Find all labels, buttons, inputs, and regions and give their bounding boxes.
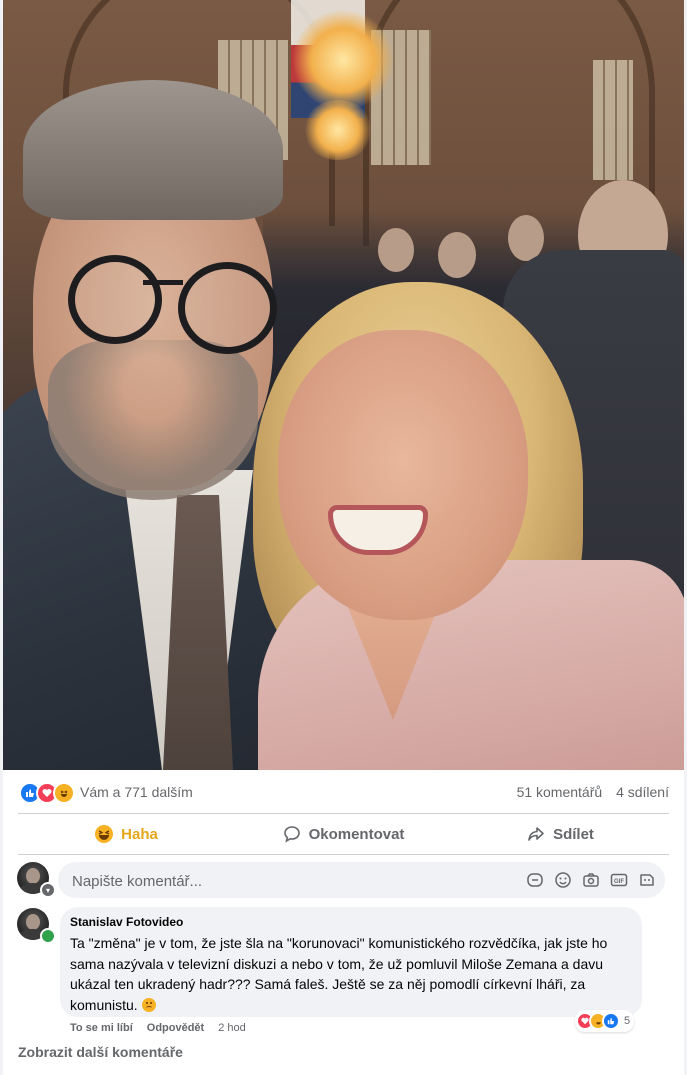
comment-button-label: Okomentovat	[308, 825, 405, 843]
comment-author[interactable]: Stanislav Fotovideo	[70, 915, 183, 929]
glasses-right-lens	[178, 262, 277, 354]
divider	[18, 854, 669, 855]
crowd-person	[438, 232, 476, 278]
post-actions: Haha Okomentovat Sdílet	[18, 814, 669, 854]
like-icon	[602, 1012, 620, 1030]
comment-reactions[interactable]: 5	[575, 1010, 635, 1032]
comment-icon	[283, 825, 301, 843]
post-photo[interactable]	[3, 0, 684, 770]
comment-composer: GIF	[58, 862, 665, 898]
haha-icon	[95, 825, 114, 843]
share-button[interactable]: Sdílet	[452, 814, 669, 854]
online-status-badge	[40, 928, 56, 944]
comment-reply-link[interactable]: Odpovědět	[147, 1022, 204, 1034]
woman-face	[278, 330, 528, 620]
comment-reaction-count: 5	[624, 1015, 631, 1027]
post-counts: 51 komentářů 4 sdílení	[507, 784, 669, 800]
glasses-left-lens	[68, 255, 162, 344]
sticker-icon[interactable]	[525, 870, 545, 890]
react-button-label: Haha	[121, 825, 158, 843]
reaction-icons[interactable]	[19, 782, 75, 804]
comment-input[interactable]	[70, 870, 514, 892]
chevron-down-icon[interactable]: ▾	[40, 882, 56, 898]
avatar-sticker-icon[interactable]	[637, 870, 657, 890]
crowd-person	[378, 228, 414, 272]
gif-icon[interactable]: GIF	[609, 870, 629, 890]
emoji-icon[interactable]	[553, 870, 573, 890]
post-card: Vám a 771 dalším 51 komentářů 4 sdílení …	[3, 0, 684, 1075]
frowning-emoji-icon	[141, 997, 156, 1012]
shares-count-link[interactable]: 4 sdílení	[616, 784, 669, 800]
chandelier	[293, 10, 393, 110]
svg-text:GIF: GIF	[614, 879, 624, 885]
show-more-comments-link[interactable]: Zobrazit další komentáře	[18, 1044, 183, 1060]
share-button-label: Sdílet	[553, 825, 594, 843]
man-beard	[48, 340, 258, 500]
react-button[interactable]: Haha	[18, 814, 235, 854]
comment-time[interactable]: 2 hod	[218, 1022, 246, 1034]
avatar-face	[26, 868, 40, 884]
comment-bubble: Stanislav Fotovideo Ta "změna" je v tom,…	[60, 907, 642, 1017]
chandelier	[303, 100, 373, 160]
comment-like-link[interactable]: To se mi líbí	[70, 1022, 133, 1034]
avatar-face	[26, 914, 40, 930]
haha-icon	[53, 782, 75, 804]
reaction-summary[interactable]: Vám a 771 dalším	[80, 784, 193, 800]
camera-icon[interactable]	[581, 870, 601, 890]
comment-meta: To se mi líbí Odpovědět 2 hod	[70, 1022, 260, 1034]
comments-count-link[interactable]: 51 komentářů	[517, 784, 603, 800]
glasses-bridge	[143, 280, 183, 285]
man-hair	[23, 80, 283, 220]
window	[593, 60, 633, 180]
comment-button[interactable]: Okomentovat	[235, 814, 452, 854]
composer-tools: GIF	[517, 870, 657, 890]
reaction-stats: Vám a 771 dalším 51 komentářů 4 sdílení	[3, 771, 684, 813]
share-icon	[527, 825, 545, 843]
comment-text: Ta "změna" je v tom, že jste šla na "kor…	[70, 933, 638, 1015]
